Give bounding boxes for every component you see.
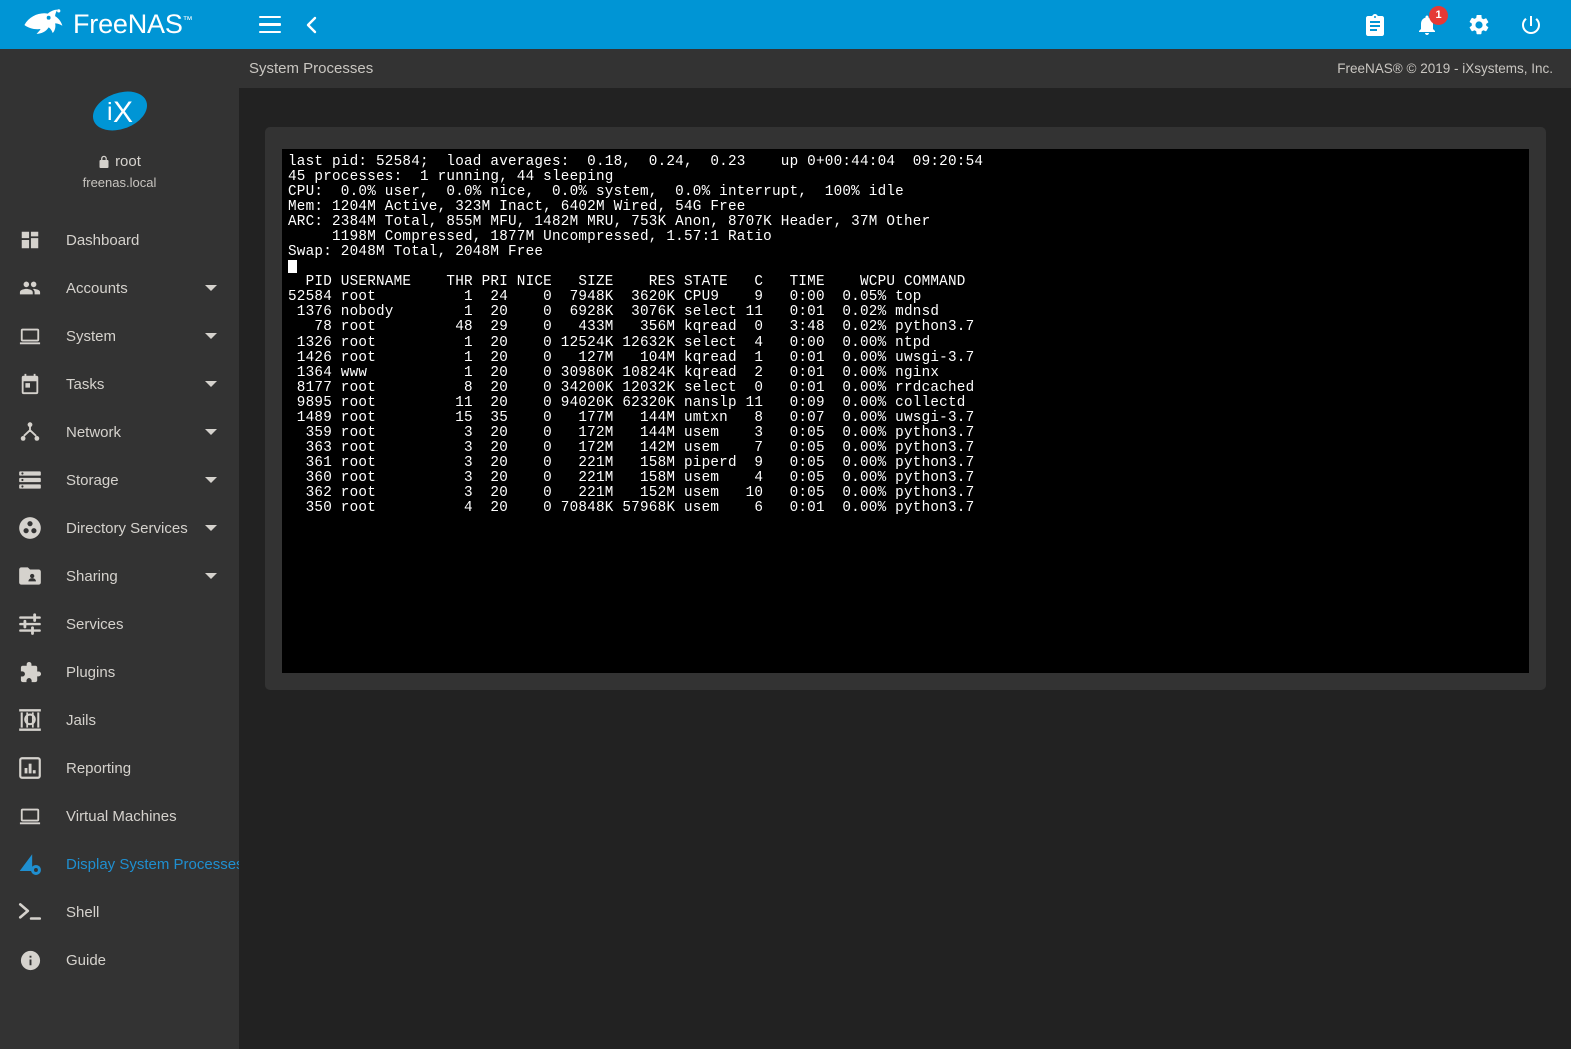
sidebar-nav: Dashboard Accounts System Tasks Network … — [0, 216, 239, 984]
terminal-card: last pid: 52584; load averages: 0.18, 0.… — [265, 127, 1546, 690]
main-content: last pid: 52584; load averages: 0.18, 0.… — [239, 88, 1571, 1049]
terminal-text: last pid: 52584; load averages: 0.18, 0.… — [288, 154, 1529, 517]
sidebar-item-dashboard[interactable]: Dashboard — [0, 216, 239, 264]
chevron-down-icon[interactable] — [205, 477, 217, 483]
svg-text:X: X — [113, 96, 133, 129]
services-icon — [19, 613, 41, 635]
sidebar-identity: i X root freenas.local — [0, 49, 239, 190]
brand-name: FreeNAS™ — [73, 9, 193, 40]
sharing-icon — [19, 567, 41, 585]
page-title: System Processes — [249, 60, 374, 77]
content-header: System Processes FreeNAS® © 2019 - iXsys… — [239, 49, 1571, 88]
chevron-down-icon[interactable] — [205, 333, 217, 339]
network-icon — [14, 419, 46, 445]
process-terminal[interactable]: last pid: 52584; load averages: 0.18, 0.… — [282, 149, 1529, 673]
dashboard-icon — [14, 227, 46, 253]
accounts-icon — [14, 275, 46, 301]
sidebar-item-label: Storage — [66, 471, 119, 489]
sidebar-item-label: Jails — [66, 711, 97, 729]
sidebar-item-label: System — [66, 327, 117, 345]
sidebar-item-sharing[interactable]: Sharing — [0, 552, 239, 600]
directory-services-icon — [19, 517, 41, 539]
sidebar-item-services[interactable]: Services — [0, 600, 239, 648]
sidebar-item-system[interactable]: System — [0, 312, 239, 360]
system-icon — [14, 323, 46, 349]
storage-icon — [19, 471, 41, 489]
ix-logo-icon: i X — [89, 87, 151, 135]
guide-icon — [14, 947, 46, 973]
plugins-icon — [14, 659, 46, 685]
settings-icon[interactable] — [1467, 13, 1491, 37]
processes-icon — [19, 854, 41, 875]
chevron-down-icon[interactable] — [205, 285, 217, 291]
sidebar-item-jails[interactable]: Jails — [0, 696, 239, 744]
chevron-down-icon[interactable] — [205, 525, 217, 531]
sidebar-item-shell[interactable]: Shell — [0, 888, 239, 936]
copyright-notice: FreeNAS® © 2019 - iXsystems, Inc. — [1337, 61, 1553, 76]
sidebar-item-storage[interactable]: Storage — [0, 456, 239, 504]
notification-badge: 1 — [1429, 5, 1448, 25]
virtual-machines-icon — [14, 803, 46, 829]
chevron-left-icon[interactable] — [303, 13, 319, 37]
sidebar-item-label: Virtual Machines — [66, 807, 177, 825]
sidebar-item-label: Guide — [66, 951, 107, 969]
brand-logo-area[interactable]: FreeNAS™ — [0, 0, 239, 49]
sidebar-item-label: Directory Services — [66, 519, 188, 537]
lock-icon — [98, 155, 110, 169]
sidebar-username: root — [115, 153, 141, 170]
terminal-cursor-line — [288, 260, 1529, 275]
freenas-fish-logo-icon — [22, 8, 64, 42]
sidebar-item-label: Sharing — [66, 567, 118, 585]
chevron-down-icon[interactable] — [205, 429, 217, 435]
sidebar-item-display-system-processes[interactable]: Display System Processes — [0, 840, 239, 888]
terminal-table: PID USERNAME THR PRI NICE SIZE RES STATE… — [288, 274, 975, 517]
sidebar-item-label: Accounts — [66, 279, 128, 297]
sidebar-item-guide[interactable]: Guide — [0, 936, 239, 984]
top-bar: FreeNAS™ 1 — [0, 0, 1571, 49]
sidebar-item-label: Dashboard — [66, 231, 140, 249]
power-icon[interactable] — [1519, 13, 1543, 37]
sidebar-username-row: root — [98, 153, 141, 170]
brand-trademark: ™ — [182, 15, 193, 26]
terminal-summary: last pid: 52584; load averages: 0.18, 0.… — [288, 154, 984, 261]
shell-icon — [18, 903, 42, 920]
chevron-down-icon[interactable] — [205, 381, 217, 387]
app-root: FreeNAS™ 1 i X root freenas.local Dashbo… — [0, 0, 1571, 1049]
task-manager-icon[interactable] — [1363, 13, 1387, 37]
brand-name-text: FreeNAS — [73, 9, 183, 39]
sidebar-item-reporting[interactable]: Reporting — [0, 744, 239, 792]
sidebar-item-label: Network — [66, 423, 122, 441]
sidebar: i X root freenas.local Dashboard Account… — [0, 49, 239, 1049]
sidebar-item-tasks[interactable]: Tasks — [0, 360, 239, 408]
top-bar-controls — [239, 13, 319, 37]
sidebar-hostname: freenas.local — [82, 175, 157, 190]
menu-icon[interactable] — [259, 16, 281, 33]
sidebar-item-directory-services[interactable]: Directory Services — [0, 504, 239, 552]
sidebar-item-label: Reporting — [66, 759, 132, 777]
sidebar-item-network[interactable]: Network — [0, 408, 239, 456]
jails-icon — [19, 709, 41, 731]
sidebar-item-label: Tasks — [66, 375, 105, 393]
notifications-icon[interactable]: 1 — [1415, 5, 1448, 37]
top-bar-actions: 1 — [1363, 5, 1571, 37]
terminal-cursor — [288, 260, 297, 274]
hamburger-icon — [259, 16, 281, 33]
tasks-icon — [14, 371, 46, 397]
sidebar-item-label: Services — [66, 615, 124, 633]
sidebar-item-label: Plugins — [66, 663, 116, 681]
chevron-down-icon[interactable] — [205, 573, 217, 579]
sidebar-item-label: Shell — [66, 903, 100, 921]
sidebar-item-plugins[interactable]: Plugins — [0, 648, 239, 696]
sidebar-item-virtual-machines[interactable]: Virtual Machines — [0, 792, 239, 840]
sidebar-item-label: Display System Processes — [66, 855, 239, 873]
sidebar-item-accounts[interactable]: Accounts — [0, 264, 239, 312]
reporting-icon — [19, 757, 41, 779]
svg-text:i: i — [107, 98, 113, 126]
